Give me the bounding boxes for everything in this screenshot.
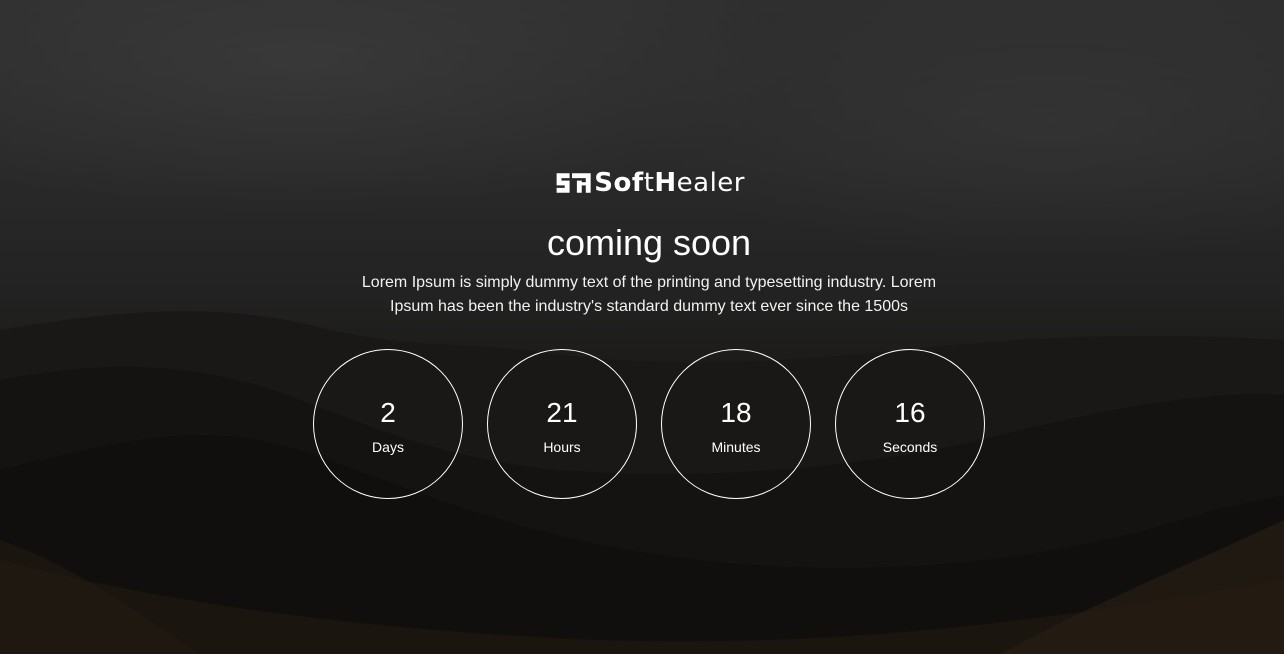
brand-name-part-1: Sof <box>594 168 644 198</box>
brand-name: SoftHealer <box>594 168 745 198</box>
softhealer-logo-icon <box>556 173 591 193</box>
page-description: Lorem Ipsum is simply dummy text of the … <box>361 274 937 315</box>
brand-name-part-3: H <box>654 168 677 198</box>
countdown-hours-value: 21 <box>546 397 578 428</box>
countdown-hours-label: Hours <box>543 439 581 455</box>
page-title: coming soon <box>546 222 752 263</box>
countdown-days-label: Days <box>372 439 404 455</box>
brand-name-part-2: t <box>643 168 655 198</box>
countdown-seconds: 16 Seconds <box>835 349 985 499</box>
countdown-minutes-value: 18 <box>720 397 752 428</box>
countdown-days: 2 Days <box>313 349 463 499</box>
countdown-days-value: 2 <box>380 397 396 428</box>
coming-soon-page: SoftHealer coming soon Lorem Ipsum is si… <box>0 0 1284 654</box>
countdown-hours: 21 Hours <box>487 349 637 499</box>
countdown-minutes: 18 Minutes <box>661 349 811 499</box>
main-content: SoftHealer coming soon Lorem Ipsum is si… <box>0 0 1284 654</box>
countdown-seconds-value: 16 <box>894 397 926 428</box>
brand-logo[interactable]: SoftHealer <box>555 168 745 198</box>
countdown-minutes-label: Minutes <box>711 439 761 455</box>
countdown-seconds-label: Seconds <box>882 439 938 455</box>
brand-name-part-4: ealer <box>676 168 745 198</box>
